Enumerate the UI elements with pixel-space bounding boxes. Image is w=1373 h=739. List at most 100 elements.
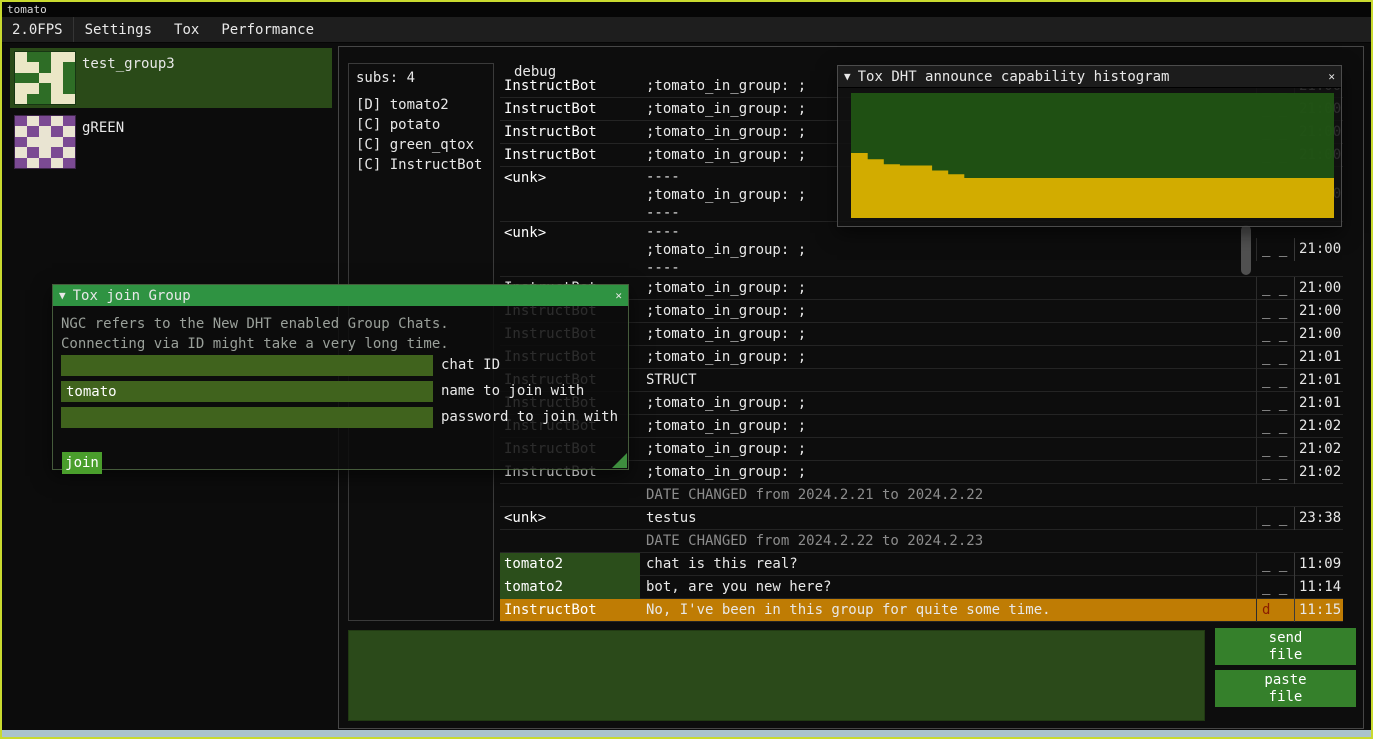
message-status: _ _ — [1256, 238, 1294, 261]
send-file-label-line1: send — [1269, 630, 1303, 647]
message-text: No, I've been in this group for quite so… — [640, 599, 1256, 622]
message-timestamp: 11:14 — [1294, 576, 1343, 599]
message-timestamp: 21:00 — [1294, 323, 1343, 346]
group-name: test_group3 — [82, 56, 175, 72]
message-timestamp: 21:00 — [1294, 300, 1343, 323]
message-status: _ _ — [1256, 323, 1294, 346]
chat-row[interactable]: tomato2bot, are you new here?_ _11:14 — [500, 576, 1343, 599]
message-text: ;tomato_in_group: ; — [640, 392, 1256, 415]
histogram-plot — [851, 93, 1334, 218]
message-author: <unk> — [500, 222, 640, 245]
sub-item-instructbot[interactable]: [C] InstructBot — [356, 155, 486, 175]
close-icon[interactable]: ✕ — [615, 285, 622, 306]
message-timestamp: 11:15 — [1294, 599, 1343, 622]
message-author: InstructBot — [500, 121, 640, 144]
message-timestamp: 21:02 — [1294, 461, 1343, 484]
send-file-label-line2: file — [1269, 647, 1303, 664]
chat-row[interactable]: <unk>testus_ _23:38 — [500, 507, 1343, 530]
message-timestamp: 21:01 — [1294, 392, 1343, 415]
message-text: ---- ;tomato_in_group: ; ---- — [640, 222, 1256, 277]
message-author: InstructBot — [500, 144, 640, 167]
message-text: ;tomato_in_group: ; — [640, 415, 1256, 438]
chat-id-input[interactable] — [61, 355, 433, 376]
chat-row[interactable]: tomato2chat is this real?_ _11:09 — [500, 553, 1343, 576]
message-text: ;tomato_in_group: ; — [640, 323, 1256, 346]
sub-item-potato[interactable]: [C] potato — [356, 115, 486, 135]
bottom-strip — [2, 730, 1371, 737]
collapse-icon[interactable]: ▼ — [59, 285, 66, 306]
message-status: _ _ — [1256, 415, 1294, 438]
message-author: tomato2 — [500, 576, 640, 599]
message-timestamp: 21:02 — [1294, 438, 1343, 461]
window-title-bar[interactable]: tomato — [2, 2, 1371, 17]
chat-row[interactable]: DATE CHANGED from 2024.2.21 to 2024.2.22 — [500, 484, 1343, 507]
message-status: _ _ — [1256, 369, 1294, 392]
menu-tox[interactable]: Tox — [163, 17, 210, 42]
sub-item-tomato2[interactable]: [D] tomato2 — [356, 95, 486, 115]
subs-count: subs: 4 — [356, 70, 486, 86]
sub-item-green_qtox[interactable]: [C] green_qtox — [356, 135, 486, 155]
message-timestamp: 21:01 — [1294, 369, 1343, 392]
message-author: InstructBot — [500, 599, 640, 622]
chat-id-label: chat ID — [441, 357, 500, 373]
message-author: InstructBot — [500, 98, 640, 121]
menu-performance[interactable]: Performance — [210, 17, 325, 42]
message-status: _ _ — [1256, 346, 1294, 369]
message-status: d — [1256, 599, 1294, 622]
group-avatar — [14, 51, 76, 105]
menu-settings[interactable]: Settings — [74, 17, 163, 42]
join-name-label: name to join with — [441, 383, 584, 399]
message-author: <unk> — [500, 507, 640, 530]
message-status: _ _ — [1256, 438, 1294, 461]
message-text: ;tomato_in_group: ; — [640, 346, 1256, 369]
chat-row[interactable]: InstructBotNo, I've been in this group f… — [500, 599, 1343, 622]
message-timestamp: 23:38 — [1294, 507, 1343, 530]
compose-input[interactable] — [348, 630, 1205, 721]
paste-file-button[interactable]: paste file — [1215, 670, 1356, 707]
message-timestamp: 11:09 — [1294, 553, 1343, 576]
message-timestamp: 21:02 — [1294, 415, 1343, 438]
chat-row[interactable]: DATE CHANGED from 2024.2.22 to 2024.2.23 — [500, 530, 1343, 553]
join-title-bar[interactable]: ▼ Tox join Group ✕ — [53, 285, 628, 306]
dht-histogram-window: ▼ Tox DHT announce capability histogram … — [837, 65, 1342, 227]
message-status: _ _ — [1256, 553, 1294, 576]
group-item-green[interactable]: gREEN — [10, 112, 332, 172]
group-item-test_group3[interactable]: test_group3 — [10, 48, 332, 108]
join-note-line2: Connecting via ID might take a very long… — [61, 336, 449, 352]
message-text: ;tomato_in_group: ; — [640, 277, 1256, 300]
message-status: _ _ — [1256, 576, 1294, 599]
join-name-input[interactable] — [61, 381, 433, 402]
message-text: DATE CHANGED from 2024.2.22 to 2024.2.23 — [640, 530, 1256, 553]
message-text: DATE CHANGED from 2024.2.21 to 2024.2.22 — [640, 484, 1256, 507]
histogram-chart — [851, 93, 1334, 218]
join-note-line1: NGC refers to the New DHT enabled Group … — [61, 316, 449, 332]
message-text: ;tomato_in_group: ; — [640, 438, 1256, 461]
message-author: tomato2 — [500, 553, 640, 576]
histogram-title-bar[interactable]: ▼ Tox DHT announce capability histogram … — [838, 66, 1341, 88]
message-text: STRUCT — [640, 369, 1256, 392]
join-group-window: ▼ Tox join Group ✕ NGC refers to the New… — [52, 284, 629, 470]
close-icon[interactable]: ✕ — [1328, 66, 1335, 87]
resize-grip[interactable] — [612, 453, 627, 468]
join-window-title: Tox join Group — [73, 288, 609, 304]
join-button[interactable]: join — [62, 452, 102, 474]
group-name: gREEN — [82, 120, 124, 136]
histogram-window-title: Tox DHT announce capability histogram — [858, 69, 1322, 85]
message-text: ;tomato_in_group: ; — [640, 300, 1256, 323]
chat-scrollbar[interactable] — [1241, 225, 1251, 275]
paste-file-label-line1: paste — [1264, 672, 1306, 689]
app-window: tomato 2.0FPS Settings Tox Performance t… — [0, 0, 1373, 739]
message-author: InstructBot — [500, 75, 640, 98]
message-timestamp: 21:00 — [1294, 277, 1343, 300]
menu-bar: 2.0FPS Settings Tox Performance — [2, 17, 1371, 43]
join-password-label: password to join with — [441, 409, 618, 425]
send-file-button[interactable]: send file — [1215, 628, 1356, 665]
window-title: tomato — [7, 3, 47, 16]
join-password-input[interactable] — [61, 407, 433, 428]
chat-row[interactable]: <unk>---- ;tomato_in_group: ; ----_ _21:… — [500, 222, 1343, 277]
collapse-icon[interactable]: ▼ — [844, 66, 851, 87]
paste-file-label-line2: file — [1269, 689, 1303, 706]
message-status: _ _ — [1256, 461, 1294, 484]
message-status: _ _ — [1256, 300, 1294, 323]
message-status: _ _ — [1256, 507, 1294, 530]
